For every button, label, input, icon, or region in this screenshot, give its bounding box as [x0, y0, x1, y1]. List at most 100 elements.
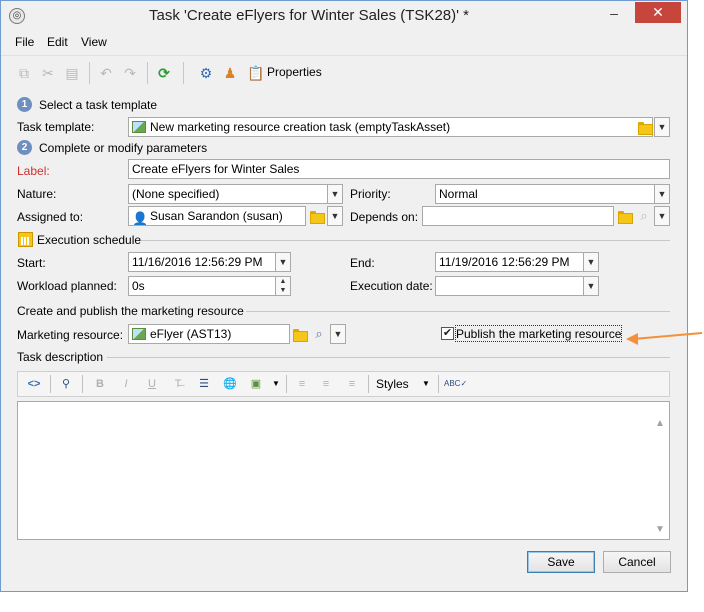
priority-select[interactable]: Normal	[435, 184, 655, 204]
settings-gear-icon[interactable]: ⚙	[197, 64, 215, 82]
copy-icon[interactable]: ⧉	[15, 64, 33, 82]
label-input[interactable]: Create eFlyers for Winter Sales	[128, 159, 670, 179]
depends-folder-icon[interactable]	[617, 209, 633, 224]
marketing-resource-field[interactable]: eFlyer (AST13)	[128, 324, 290, 344]
save-button[interactable]: Save	[527, 551, 595, 573]
undo-icon[interactable]: ↶	[97, 64, 115, 82]
title-bar: ◎ Task 'Create eFlyers for Winter Sales …	[1, 1, 687, 31]
step-2-badge: 2	[17, 140, 32, 155]
resource-dropdown-button[interactable]: ▼	[330, 324, 346, 344]
step-2-title: Complete or modify parameters	[39, 141, 208, 155]
menu-bar: File Edit View	[1, 32, 687, 52]
align-right-icon[interactable]: ≡	[344, 376, 360, 392]
end-label: End:	[350, 256, 375, 270]
end-date-dropdown-button[interactable]: ▼	[583, 252, 599, 272]
publish-checkbox[interactable]: ✔	[441, 327, 454, 340]
task-template-field[interactable]: New marketing resource creation task (em…	[128, 117, 653, 137]
depends-on-field[interactable]	[422, 206, 614, 226]
priority-dropdown-button[interactable]: ▼	[654, 184, 670, 204]
start-date-value: 11/16/2016 12:56:29 PM	[132, 255, 263, 269]
paste-icon[interactable]: ▤	[63, 64, 81, 82]
scroll-down-icon[interactable]: ▼	[655, 524, 665, 535]
align-left-icon[interactable]: ≡	[294, 376, 310, 392]
depends-dropdown-button[interactable]: ▼	[654, 206, 670, 226]
execution-date-field[interactable]	[435, 276, 584, 296]
close-button[interactable]: ✕	[635, 2, 681, 23]
assigned-to-field[interactable]: 👤 Susan Sarandon (susan)	[128, 206, 306, 226]
task-description-editor[interactable]: ▲ ▼	[17, 401, 670, 540]
link-icon[interactable]: 🌐	[222, 376, 238, 392]
italic-icon[interactable]: I	[118, 376, 134, 392]
publish-checkbox-label[interactable]: Publish the marketing resource	[456, 327, 621, 341]
nature-dropdown-button[interactable]: ▼	[327, 184, 343, 204]
publish-section-title: Create and publish the marketing resourc…	[17, 304, 244, 318]
description-divider	[107, 357, 670, 358]
assigned-folder-icon[interactable]	[309, 209, 325, 224]
styles-dropdown[interactable]: Styles	[376, 377, 409, 391]
depends-on-label: Depends on:	[350, 210, 419, 224]
resource-folder-icon[interactable]	[292, 327, 308, 342]
step-1-badge: 1	[17, 97, 32, 112]
bold-icon[interactable]: B	[92, 376, 108, 392]
form-content: 1 Select a task template Task template: …	[1, 91, 687, 591]
nature-label: Nature:	[17, 187, 57, 201]
calendar-icon	[18, 232, 33, 247]
template-dropdown-button[interactable]: ▼	[654, 117, 670, 137]
marketing-resource-label: Marketing resource:	[17, 328, 124, 342]
menu-file[interactable]: File	[15, 35, 34, 49]
redo-icon[interactable]: ↷	[121, 64, 139, 82]
start-date-dropdown-button[interactable]: ▼	[275, 252, 291, 272]
assigned-to-value: Susan Sarandon (susan)	[150, 209, 283, 223]
spellcheck-icon[interactable]: ABC✓	[444, 376, 467, 392]
minimize-button[interactable]: –	[601, 5, 627, 25]
start-label: Start:	[17, 256, 46, 270]
underline-icon[interactable]: U	[144, 376, 160, 392]
scroll-up-icon[interactable]: ▲	[655, 418, 665, 429]
editor-separator	[286, 375, 287, 393]
main-toolbar: ⧉ ✂ ▤ ↶ ↷ ⟳ ⚙ ♟ 📋 Properties	[1, 55, 687, 89]
template-folder-icon[interactable]	[637, 120, 653, 135]
resource-image-icon	[132, 328, 146, 340]
depends-search-icon[interactable]: ⌕	[636, 208, 652, 224]
menu-edit[interactable]: Edit	[47, 35, 68, 49]
editor-separator	[50, 375, 51, 393]
nature-select[interactable]: (None specified)	[128, 184, 328, 204]
align-center-icon[interactable]: ≡	[318, 376, 334, 392]
workload-input[interactable]: 0s	[128, 276, 276, 296]
image-icon[interactable]: ▣	[248, 376, 264, 392]
label-field-label: Label:	[17, 164, 50, 178]
workload-spinner[interactable]: ▲ ▼	[275, 276, 291, 296]
properties-button[interactable]: Properties	[267, 65, 322, 79]
template-image-icon	[132, 121, 146, 133]
end-date-field[interactable]: 11/19/2016 12:56:29 PM	[435, 252, 584, 272]
cut-icon[interactable]: ✂	[39, 64, 57, 82]
resource-search-icon[interactable]: ⌕	[311, 326, 327, 342]
editor-separator	[368, 375, 369, 393]
task-template-label: Task template:	[17, 120, 95, 134]
users-icon[interactable]: ♟	[221, 64, 239, 82]
assigned-dropdown-button[interactable]: ▼	[327, 206, 343, 226]
window-title: Task 'Create eFlyers for Winter Sales (T…	[149, 7, 469, 24]
workload-label: Workload planned:	[17, 279, 117, 293]
schedule-divider	[141, 240, 670, 241]
toolbar-separator	[89, 62, 90, 84]
refresh-icon[interactable]: ⟳	[155, 64, 173, 82]
toolbar-separator	[183, 62, 184, 84]
label-input-value: Create eFlyers for Winter Sales	[132, 162, 300, 176]
properties-clipboard-icon[interactable]: 📋	[247, 64, 265, 82]
user-icon: 👤	[132, 211, 149, 226]
find-icon[interactable]: ⚲	[58, 376, 74, 392]
image-dropdown-icon[interactable]: ▼	[268, 376, 284, 392]
task-window: ◎ Task 'Create eFlyers for Winter Sales …	[0, 0, 688, 592]
start-date-field[interactable]: 11/16/2016 12:56:29 PM	[128, 252, 276, 272]
menu-view[interactable]: View	[81, 35, 107, 49]
step-1-title: Select a task template	[39, 98, 158, 112]
publish-divider	[246, 311, 670, 312]
styles-dropdown-icon[interactable]: ▼	[418, 376, 434, 392]
source-icon[interactable]: <>	[26, 376, 42, 392]
bullet-list-icon[interactable]: ☰	[196, 376, 212, 392]
execution-date-dropdown-button[interactable]: ▼	[583, 276, 599, 296]
task-template-value: New marketing resource creation task (em…	[150, 120, 451, 134]
cancel-button[interactable]: Cancel	[603, 551, 671, 573]
clear-format-icon[interactable]: T̶	[170, 376, 186, 392]
